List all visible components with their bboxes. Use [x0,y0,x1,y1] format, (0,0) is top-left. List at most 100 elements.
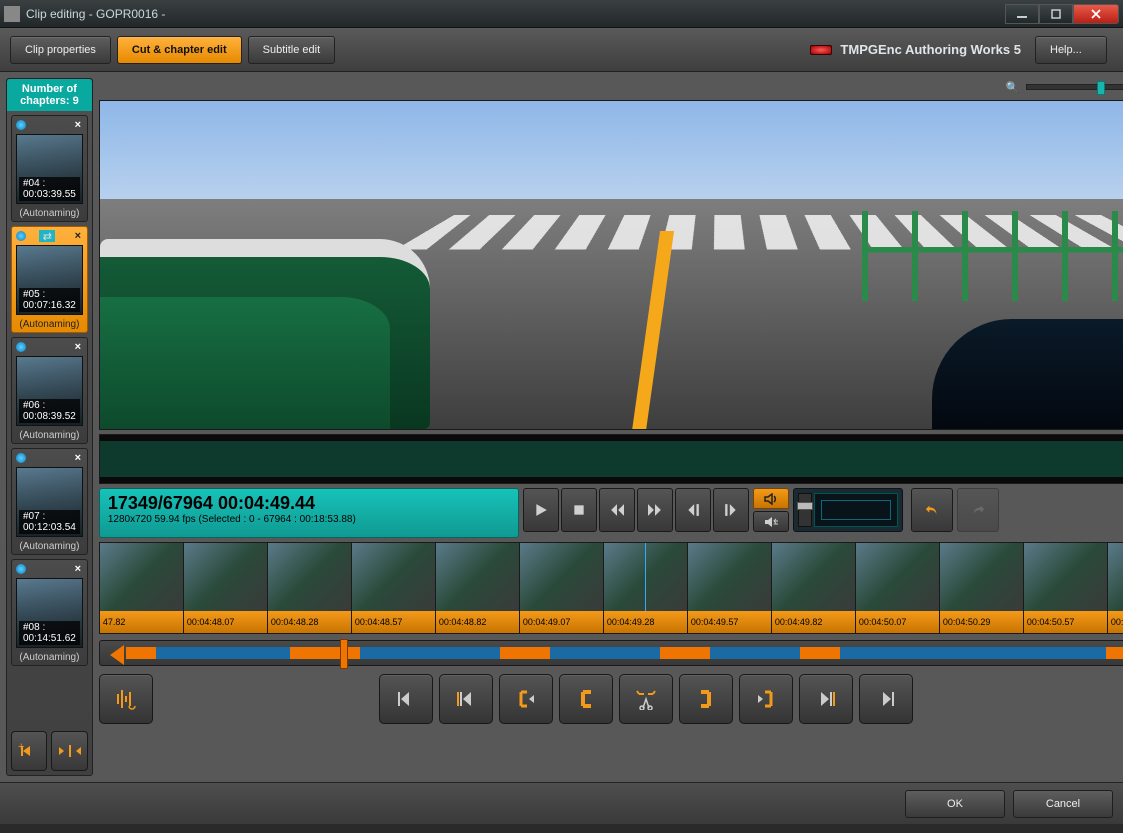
zoom-control[interactable]: 🔍 ııııı [99,78,1123,96]
audio-edit-button[interactable] [99,674,153,724]
audio-meters [793,488,903,532]
toolbar: Clip properties Cut & chapter edit Subti… [0,28,1123,72]
strip-timecode: 00:04:48.82 [436,611,519,633]
subtitle-edit-tab[interactable]: Subtitle edit [248,36,335,64]
volume-slider[interactable] [798,493,812,527]
undo-button[interactable] [911,488,953,532]
chapter-close-icon[interactable]: × [71,341,85,353]
in-point-handle[interactable] [110,645,124,665]
window-title: Clip editing - GOPR0016 - [26,7,1005,21]
svg-text:⇆: ⇆ [773,517,778,529]
stop-button[interactable] [561,488,597,532]
chapter-type-icon [16,120,26,130]
clip-properties-tab[interactable]: Clip properties [10,36,111,64]
strip-frame[interactable]: 00:04:50. [1108,543,1123,633]
add-chapter-button[interactable]: + [11,731,47,771]
chapter-label: #08 : 00:14:51.62 [19,621,80,645]
chapter-item[interactable]: ⇄× #05 : 00:07:16.32 (Autonaming) [11,226,88,333]
jump-out-button[interactable] [739,674,793,724]
chapter-thumbnail[interactable]: #07 : 00:12:03.54 [16,467,83,537]
app-icon [4,6,20,22]
timeline[interactable] [99,640,1123,666]
move-chapter-button[interactable] [51,731,87,771]
play-button[interactable] [523,488,559,532]
chapter-label: #05 : 00:07:16.32 [19,288,80,312]
zoom-knob[interactable] [1097,81,1105,95]
step-back-button[interactable] [675,488,711,532]
chapter-item[interactable]: × #04 : 00:03:39.55 (Autonaming) [11,115,88,222]
audio-scope [814,493,898,527]
chapter-thumbnail[interactable]: #06 : 00:08:39.52 [16,356,83,426]
strip-frame[interactable]: 00:04:48.07 [184,543,268,633]
thumbnail-strip[interactable]: 47.8200:04:48.0700:04:48.2800:04:48.5700… [99,542,1123,634]
minimize-button[interactable] [1005,4,1039,24]
strip-frame[interactable]: 00:04:48.57 [352,543,436,633]
cancel-button[interactable]: Cancel [1013,790,1113,818]
audio-settings-button[interactable]: ⇆ [753,511,789,532]
set-out-button[interactable] [679,674,733,724]
chapter-thumbnail[interactable]: #05 : 00:07:16.32 [16,245,83,315]
step-forward-button[interactable] [713,488,749,532]
chapter-type-icon [16,453,26,463]
chapter-close-icon[interactable]: × [71,563,85,575]
strip-frame[interactable]: 00:04:50.07 [856,543,940,633]
strip-frame[interactable]: 00:04:49.57 [688,543,772,633]
chapter-label: #07 : 00:12:03.54 [19,510,80,534]
chapter-subtitle: (Autonaming) [14,539,85,552]
strip-timecode: 00:04:49.82 [772,611,855,633]
maximize-button[interactable] [1039,4,1073,24]
titlebar: Clip editing - GOPR0016 - [0,0,1123,28]
cut-button[interactable] [619,674,673,724]
chapter-item[interactable]: × #07 : 00:12:03.54 (Autonaming) [11,448,88,555]
chapter-close-icon[interactable]: × [71,230,85,242]
set-in-button[interactable] [559,674,613,724]
ok-button[interactable]: OK [905,790,1005,818]
audio-toggle-button[interactable] [753,488,789,509]
chapter-close-icon[interactable]: × [71,452,85,464]
chapter-thumbnail[interactable]: #08 : 00:14:51.62 [16,578,83,648]
strip-frame[interactable]: 00:04:50.57 [1024,543,1108,633]
strip-frame[interactable]: 47.82 [100,543,184,633]
brand-text: TMPGEnc Authoring Works 5 [840,42,1021,57]
chapter-arrow-icon: ⇄ [39,230,55,242]
strip-frame[interactable]: 00:04:49.28 [604,543,688,633]
rewind-button[interactable] [599,488,635,532]
strip-frame[interactable]: 00:04:48.82 [436,543,520,633]
audio-waveform[interactable] [99,434,1123,484]
next-frame-button[interactable] [859,674,913,724]
strip-frame[interactable]: 00:04:49.07 [520,543,604,633]
chapter-label: #04 : 00:03:39.55 [19,177,80,201]
strip-timecode: 00:04:49.28 [604,611,687,633]
help-button[interactable]: Help... [1035,36,1107,64]
strip-timecode: 00:04:50.29 [940,611,1023,633]
status-led [810,45,832,55]
strip-timecode: 00:04:50. [1108,611,1123,633]
chapter-list[interactable]: × #04 : 00:03:39.55 (Autonaming) ⇄ × #05 :… [7,111,92,727]
chapter-close-icon[interactable]: × [71,119,85,131]
prev-frame-button[interactable] [379,674,433,724]
cut-chapter-tab[interactable]: Cut & chapter edit [117,36,242,64]
strip-timecode: 00:04:48.28 [268,611,351,633]
chapter-item[interactable]: × #06 : 00:08:39.52 (Autonaming) [11,337,88,444]
playhead[interactable] [340,639,348,669]
svg-text:+: + [18,742,24,753]
redo-button[interactable] [957,488,999,532]
close-button[interactable] [1073,4,1119,24]
chapter-item[interactable]: × #08 : 00:14:51.62 (Autonaming) [11,559,88,666]
brand: TMPGEnc Authoring Works 5 [810,42,1021,57]
prev-keyframe-button[interactable] [439,674,493,724]
video-preview[interactable] [99,100,1123,430]
strip-frame[interactable]: 00:04:48.28 [268,543,352,633]
next-keyframe-button[interactable] [799,674,853,724]
timecode-detail: 1280x720 59.94 fps (Selected : 0 - 67964… [108,514,510,525]
fastforward-button[interactable] [637,488,673,532]
search-icon: 🔍 [1006,81,1020,94]
strip-frame[interactable]: 00:04:49.82 [772,543,856,633]
chapter-thumbnail[interactable]: #04 : 00:03:39.55 [16,134,83,204]
chapter-label: #06 : 00:08:39.52 [19,399,80,423]
footer: OK Cancel [0,782,1123,824]
jump-in-button[interactable] [499,674,553,724]
chapter-sidebar: Number of chapters: 9 × #04 : 00:03:39.5… [6,78,93,776]
strip-timecode: 00:04:50.57 [1024,611,1107,633]
strip-frame[interactable]: 00:04:50.29 [940,543,1024,633]
